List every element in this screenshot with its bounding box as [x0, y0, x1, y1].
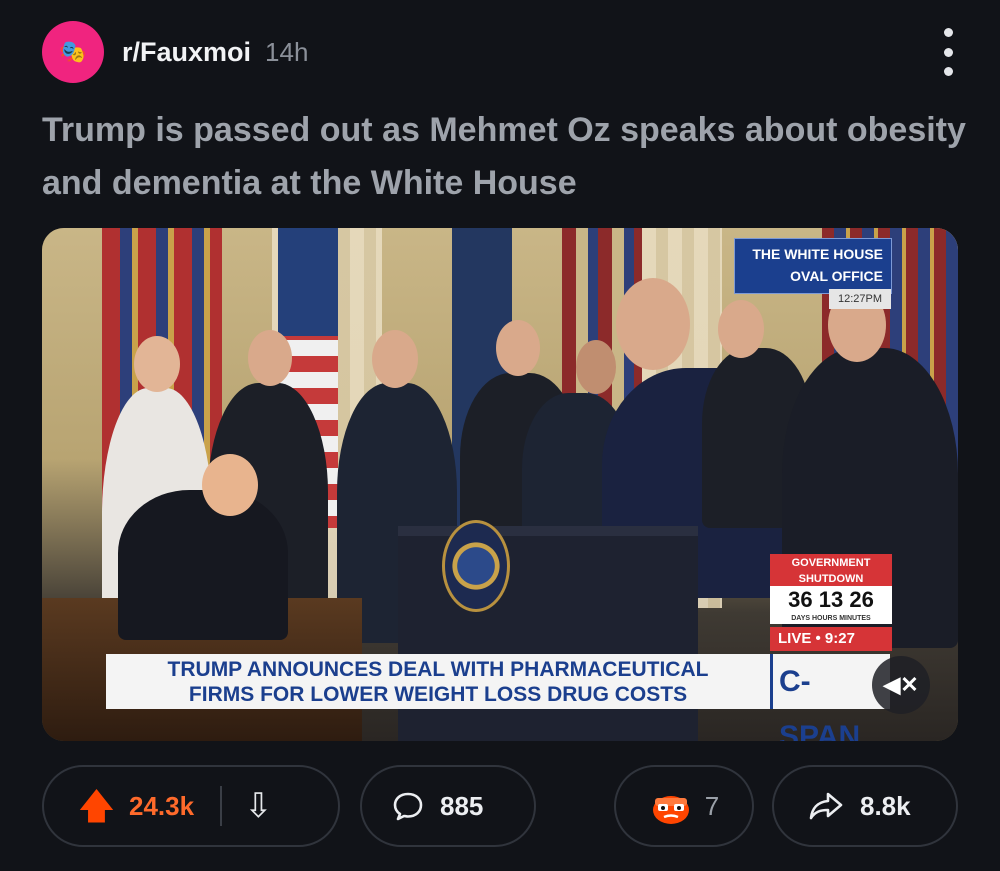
countdown-value: 36 13 26: [788, 587, 874, 612]
vote-bar: 🡅 24.3k ⇩: [42, 765, 340, 847]
location-chyron: THE WHITE HOUSE OVAL OFFICE: [734, 238, 892, 294]
shutdown-label: GOVERNMENT SHUTDOWN: [770, 554, 892, 588]
chyron-time: 12:27PM: [829, 289, 891, 309]
share-arrow-icon: [809, 792, 843, 820]
theater-masks-icon: 🎭: [59, 39, 87, 64]
downvote-arrow-icon[interactable]: ⇩: [244, 789, 273, 823]
shutdown-label-line-1: GOVERNMENT: [791, 557, 871, 569]
share-count: 8.8k: [860, 790, 911, 821]
award-count: 7: [704, 790, 720, 821]
vote-divider: [220, 786, 223, 826]
post-header: 🎭 r/Fauxmoi 14h: [42, 20, 960, 84]
post-actions: 🡅 24.3k ⇩ 885 7 8.8k: [42, 765, 958, 849]
live-badge: LIVE • 9:27: [770, 627, 892, 651]
subreddit-name[interactable]: r/Fauxmoi: [122, 37, 251, 68]
location-line-2: OVAL OFFICE: [790, 268, 883, 284]
upvote-arrow-icon[interactable]: 🡅: [78, 788, 115, 824]
headline-line-1: TRUMP ANNOUNCES DEAL WITH PHARMACEUTICAL: [167, 658, 709, 681]
subreddit-avatar[interactable]: 🎭: [42, 21, 104, 83]
awards-button[interactable]: 7: [614, 765, 754, 847]
countdown-units: DAYS HOURS MINUTES: [791, 615, 871, 622]
comment-bubble-icon: [393, 792, 423, 821]
vote-count: 24.3k: [129, 790, 195, 821]
speaker-muted-icon[interactable]: ◀✕: [872, 656, 930, 714]
location-line-1: THE WHITE HOUSE: [752, 246, 883, 262]
shutdown-countdown: 36 13 26 DAYS HOURS MINUTES: [770, 586, 892, 624]
comment-count: 885: [440, 790, 484, 821]
shutdown-label-line-2: SHUTDOWN: [798, 573, 864, 585]
news-headline: TRUMP ANNOUNCES DEAL WITH PHARMACEUTICAL…: [106, 654, 770, 709]
award-face-icon: [652, 796, 689, 824]
more-options-icon[interactable]: [936, 28, 960, 76]
post-title[interactable]: Trump is passed out as Mehmet Oz speaks …: [42, 104, 972, 210]
post-age: 14h: [265, 36, 309, 67]
comments-button[interactable]: 885: [360, 765, 536, 847]
presidential-seal: [442, 520, 510, 612]
share-button[interactable]: 8.8k: [772, 765, 958, 847]
post-video[interactable]: THE WHITE HOUSE OVAL OFFICE 12:27PM GOVE…: [42, 228, 958, 741]
headline-line-2: FIRMS FOR LOWER WEIGHT LOSS DRUG COSTS: [188, 683, 688, 706]
